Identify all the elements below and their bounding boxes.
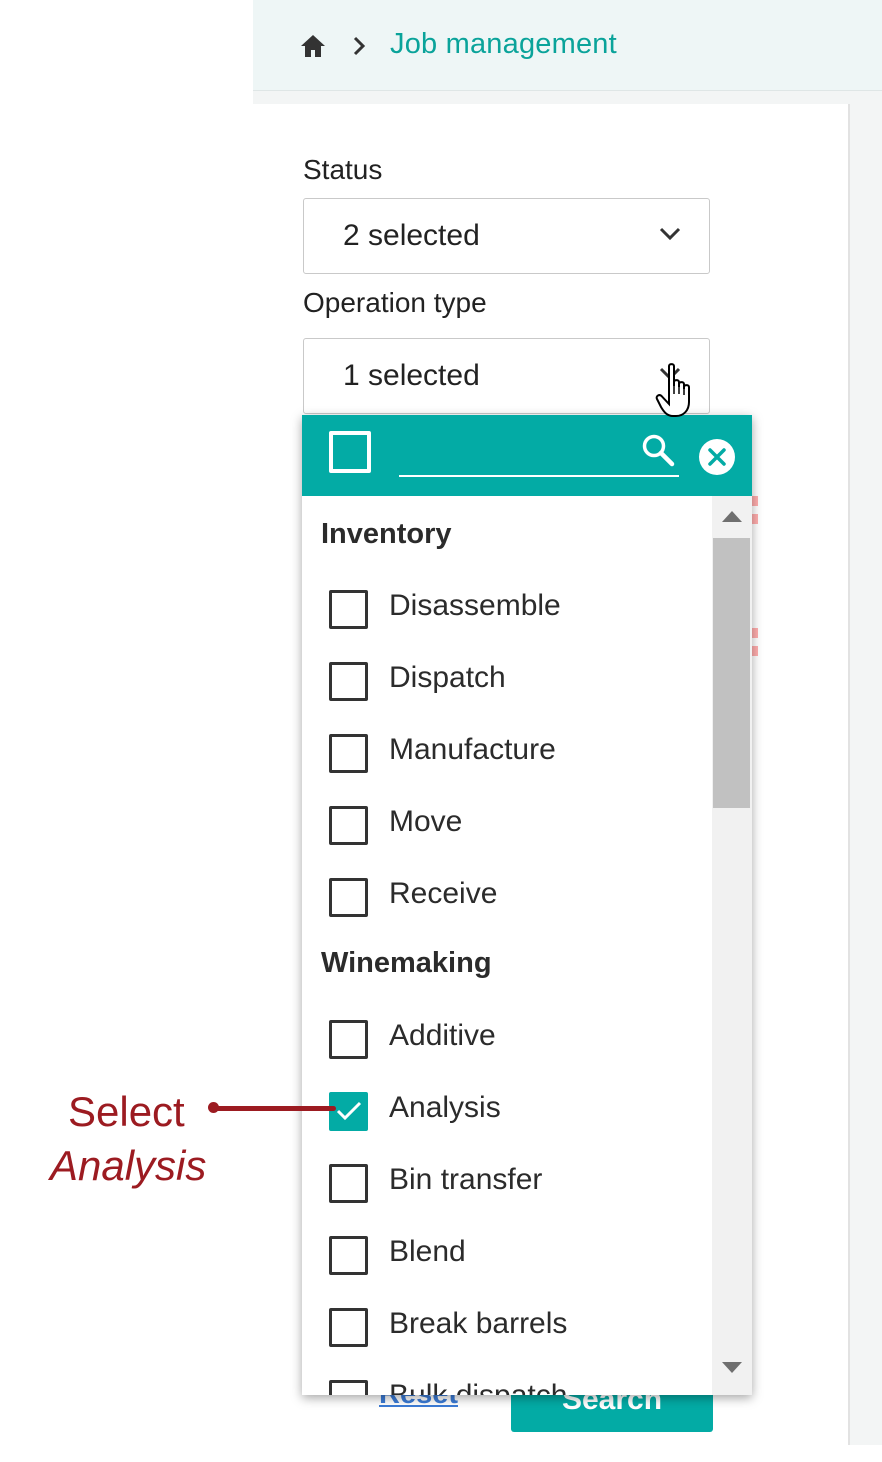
option-break-barrels[interactable]: Break barrels xyxy=(302,1300,712,1360)
callout-pointer-line xyxy=(210,1106,336,1111)
option-label: Additive xyxy=(389,1019,496,1052)
close-icon[interactable] xyxy=(698,438,736,476)
chevron-down-icon xyxy=(659,227,681,241)
dropdown-search xyxy=(399,431,679,477)
option-label: Bulk dispatch xyxy=(389,1379,567,1395)
option-manufacture[interactable]: Manufacture xyxy=(302,726,712,786)
option-label: Bin transfer xyxy=(389,1163,543,1196)
checkbox[interactable] xyxy=(329,1236,368,1275)
callout-text-select: Select xyxy=(68,1088,185,1135)
option-label: Disassemble xyxy=(389,589,561,622)
scroll-up-arrow-icon[interactable] xyxy=(722,511,742,522)
checkbox[interactable] xyxy=(329,1380,368,1395)
checkbox-checked[interactable] xyxy=(329,1092,368,1131)
hand-cursor-icon xyxy=(655,363,690,417)
checkbox[interactable] xyxy=(329,734,368,773)
checkbox[interactable] xyxy=(329,878,368,917)
checkbox[interactable] xyxy=(329,1020,368,1059)
select-all-checkbox[interactable] xyxy=(329,431,371,473)
checkbox[interactable] xyxy=(329,806,368,845)
status-select-value: 2 selected xyxy=(343,219,480,252)
option-additive[interactable]: Additive xyxy=(302,1012,712,1072)
home-icon[interactable] xyxy=(299,33,327,59)
option-label: Break barrels xyxy=(389,1307,568,1340)
option-bin-transfer[interactable]: Bin transfer xyxy=(302,1156,712,1216)
option-label: Dispatch xyxy=(389,661,506,694)
page-title: Job management xyxy=(390,28,617,60)
breadcrumb: Job management xyxy=(253,0,882,91)
option-label: Blend xyxy=(389,1235,466,1268)
group-heading-inventory: Inventory xyxy=(321,518,452,550)
edge-marker xyxy=(752,628,758,638)
checkbox[interactable] xyxy=(329,1308,368,1347)
scrollbar[interactable] xyxy=(712,496,752,1395)
option-label: Analysis xyxy=(389,1091,501,1124)
option-analysis[interactable]: Analysis xyxy=(302,1084,712,1144)
option-dispatch[interactable]: Dispatch xyxy=(302,654,712,714)
checkbox[interactable] xyxy=(329,1164,368,1203)
left-blank-area xyxy=(0,0,253,1462)
scrollbar-thumb[interactable] xyxy=(713,538,750,808)
option-label: Manufacture xyxy=(389,733,556,766)
status-label: Status xyxy=(303,154,383,185)
status-select[interactable]: 2 selected xyxy=(303,198,710,274)
checkmark-icon xyxy=(336,1101,362,1121)
option-move[interactable]: Move xyxy=(302,798,712,858)
edge-marker xyxy=(752,496,758,506)
option-bulk-dispatch[interactable]: Bulk dispatch xyxy=(302,1372,712,1395)
operation-type-dropdown: Inventory Disassemble Dispatch Manufactu… xyxy=(302,415,752,1395)
dropdown-header xyxy=(302,415,752,496)
group-heading-winemaking: Winemaking xyxy=(321,947,492,979)
checkbox[interactable] xyxy=(329,590,368,629)
checkbox[interactable] xyxy=(329,662,368,701)
dropdown-option-list[interactable]: Inventory Disassemble Dispatch Manufactu… xyxy=(302,496,712,1395)
option-label: Move xyxy=(389,805,463,838)
callout-text-analysis: Analysis xyxy=(50,1142,207,1189)
operation-type-select-value: 1 selected xyxy=(343,359,480,392)
edge-marker xyxy=(752,514,758,524)
edge-marker xyxy=(752,646,758,656)
chevron-right-icon xyxy=(353,36,366,56)
option-label: Receive xyxy=(389,877,498,910)
option-receive[interactable]: Receive xyxy=(302,870,712,930)
scroll-down-arrow-icon[interactable] xyxy=(722,1362,742,1373)
operation-type-select[interactable]: 1 selected xyxy=(303,338,710,414)
option-blend[interactable]: Blend xyxy=(302,1228,712,1288)
dropdown-search-input[interactable] xyxy=(399,435,633,473)
operation-type-label: Operation type xyxy=(303,287,487,318)
search-icon xyxy=(642,434,675,467)
option-disassemble[interactable]: Disassemble xyxy=(302,582,712,642)
